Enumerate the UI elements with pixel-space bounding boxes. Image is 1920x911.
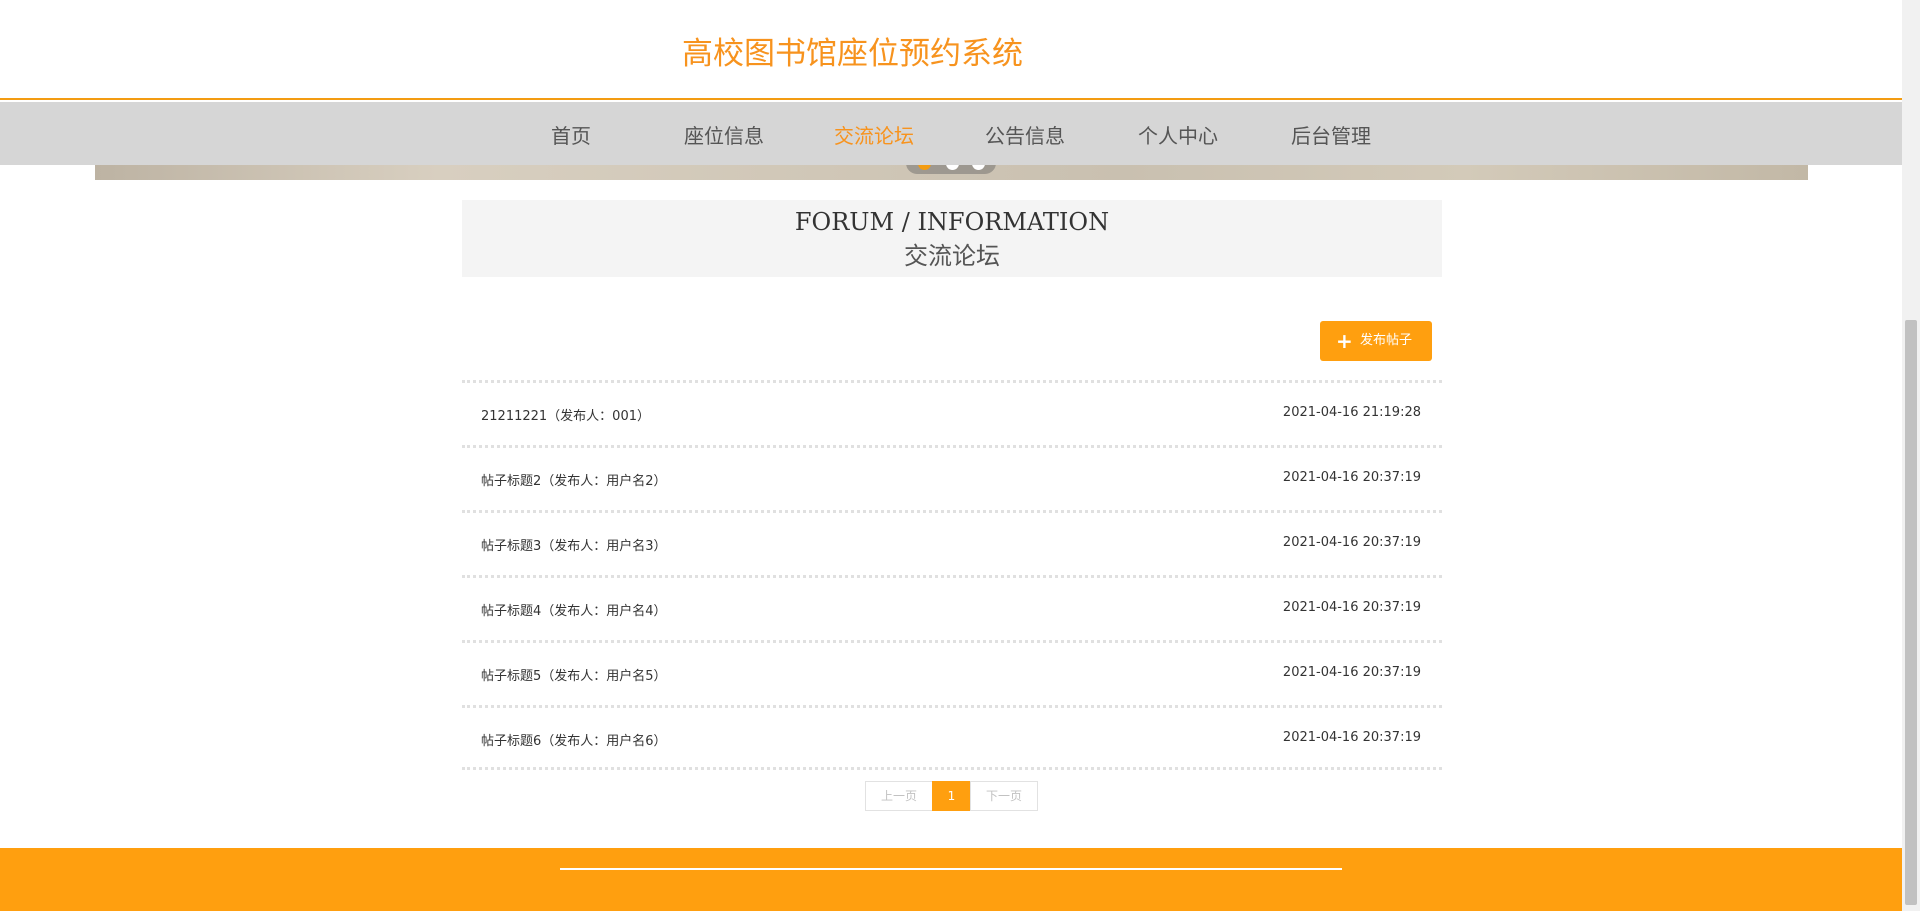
publish-post-button[interactable]: + 发布帖子 [1320,321,1432,361]
section-title-en: FORUM / INFORMATION [794,208,1110,236]
nav-item-announcements[interactable]: 公告信息 [985,120,1065,149]
post-row[interactable]: 帖子标题5（发布人：用户名5） 2021-04-16 20:37:19 [462,640,1442,705]
next-page-button[interactable]: 下一页 [970,781,1038,811]
main-nav: 首页 座位信息 交流论坛 公告信息 个人中心 后台管理 [0,102,1902,165]
post-time: 2021-04-16 20:37:19 [1282,730,1421,745]
site-footer [0,848,1902,911]
scrollbar-thumb[interactable] [1905,320,1917,905]
vertical-scrollbar[interactable] [1902,0,1920,911]
section-title-cn: 交流论坛 [904,242,1000,270]
site-title[interactable]: 高校图书馆座位预约系统 [682,28,1023,73]
prev-page-button[interactable]: 上一页 [865,781,933,811]
post-row[interactable]: 帖子标题2（发布人：用户名2） 2021-04-16 20:37:19 [462,445,1442,510]
post-list: 21211221（发布人：001） 2021-04-16 21:19:28 帖子… [462,380,1442,770]
post-title[interactable]: 帖子标题2（发布人：用户名2） [481,470,667,489]
nav-item-personal-center[interactable]: 个人中心 [1138,120,1218,149]
nav-item-admin[interactable]: 后台管理 [1291,120,1371,149]
nav-item-home[interactable]: 首页 [551,120,591,149]
nav-item-seat-info[interactable]: 座位信息 [684,120,764,149]
nav-item-forum[interactable]: 交流论坛 [834,120,914,149]
post-time: 2021-04-16 21:19:28 [1282,405,1421,420]
post-title[interactable]: 帖子标题4（发布人：用户名4） [481,600,667,619]
post-title[interactable]: 帖子标题3（发布人：用户名3） [481,535,667,554]
post-time: 2021-04-16 20:37:19 [1282,470,1421,485]
post-row[interactable]: 帖子标题4（发布人：用户名4） 2021-04-16 20:37:19 [462,575,1442,640]
post-time: 2021-04-16 20:37:19 [1282,535,1421,550]
post-time: 2021-04-16 20:37:19 [1282,665,1421,680]
post-time: 2021-04-16 20:37:19 [1282,600,1421,615]
site-header: 高校图书馆座位预约系统 [0,0,1902,100]
plus-icon: + [1336,329,1353,353]
section-heading: FORUM / INFORMATION 交流论坛 [462,200,1442,277]
page: 高校图书馆座位预约系统 首页 座位信息 交流论坛 公告信息 个人中心 后台管理 … [0,0,1920,911]
post-row[interactable]: 帖子标题6（发布人：用户名6） 2021-04-16 20:37:19 [462,705,1442,770]
post-row[interactable]: 帖子标题3（发布人：用户名3） 2021-04-16 20:37:19 [462,510,1442,575]
post-title[interactable]: 帖子标题6（发布人：用户名6） [481,730,667,749]
footer-divider [560,868,1342,870]
post-title[interactable]: 21211221（发布人：001） [481,405,650,424]
post-title[interactable]: 帖子标题5（发布人：用户名5） [481,665,667,684]
post-row[interactable]: 21211221（发布人：001） 2021-04-16 21:19:28 [462,380,1442,445]
publish-post-label: 发布帖子 [1360,333,1413,348]
current-page-button[interactable]: 1 [932,781,971,811]
